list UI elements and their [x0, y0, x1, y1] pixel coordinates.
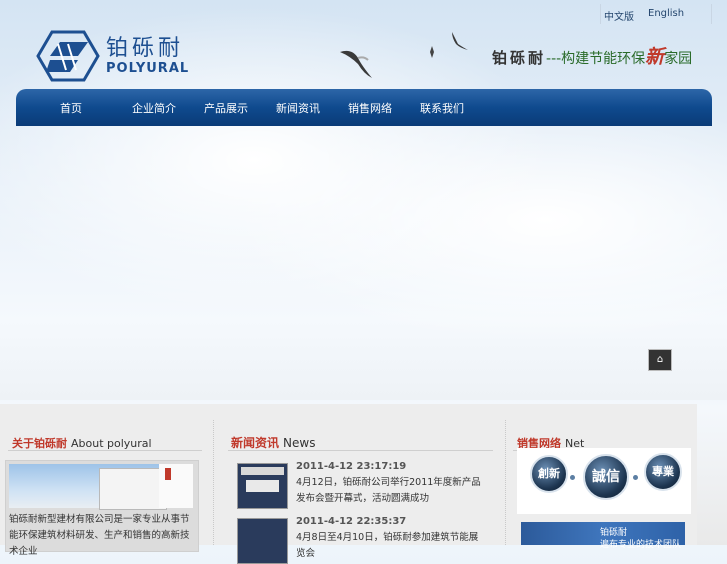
about-image[interactable]: [9, 464, 193, 510]
nav-item-news[interactable]: 新闻资讯: [276, 100, 348, 116]
divider: [505, 420, 507, 545]
main-nav: 首页 企业简介 产品展示 新闻资讯 销售网络 联系我们: [16, 89, 712, 126]
about-title: 关于铂砾耐 About polyural: [12, 435, 152, 451]
news-link[interactable]: 4月8日至4月10日，铂砾耐参加建筑节能展览会: [296, 530, 486, 562]
dot: [570, 475, 575, 480]
divider: [228, 450, 493, 451]
seagull-icon: [430, 46, 434, 58]
nav-item-home[interactable]: 首页: [60, 100, 132, 116]
about-text: 铂砾耐新型建材有限公司是一家专业从事节能环保建筑材料研发、生产和销售的高新技术企…: [9, 514, 190, 557]
slogan-prefix: ---构建节能环保: [546, 51, 646, 67]
slogan: 铂砾耐---构建节能环保新家园: [492, 42, 692, 69]
news-title: 新闻资讯 News: [231, 434, 315, 451]
nav-item-products[interactable]: 产品展示: [204, 100, 276, 116]
news-thumbnail[interactable]: [237, 518, 288, 564]
lang-english-link[interactable]: English: [648, 8, 684, 23]
slogan-suffix: 家园: [664, 51, 693, 67]
logo-mark-icon: [36, 30, 100, 82]
slogan-brand: 铂砾耐: [492, 49, 547, 67]
news-title-cn: 新闻资讯: [231, 436, 280, 450]
speech-bubble-icon[interactable]: ⌂: [648, 349, 672, 371]
language-switcher: 中文版 English: [604, 8, 684, 23]
site-logo[interactable]: 铂砾耐 POLYURAL: [36, 30, 189, 82]
about-title-en: About polyural: [71, 437, 152, 450]
news-date: 2011-4-12 23:17:19: [296, 461, 407, 472]
seagull-icon: [340, 50, 372, 78]
nav-item-about[interactable]: 企业简介: [132, 100, 204, 116]
about-title-cn: 关于铂砾耐: [12, 437, 67, 450]
map-caption: 铂砾耐 遍布专业的技术团队: [600, 528, 682, 550]
nav-item-contact[interactable]: 联系我们: [420, 100, 492, 116]
news-link[interactable]: 4月12日，铂砾耐公司举行2011年度新产品发布会暨开幕式，活动圆满成功: [296, 475, 486, 507]
slogan-highlight: 新: [645, 46, 665, 68]
nav-item-sales[interactable]: 销售网络: [348, 100, 420, 116]
news-date: 2011-4-12 22:35:37: [296, 516, 407, 527]
innovation-badge: 創新: [530, 455, 568, 493]
news-title-en: News: [283, 436, 316, 450]
divider: [213, 420, 215, 545]
dot: [633, 475, 638, 480]
logo-chinese: 铂砾耐: [106, 35, 185, 61]
integrity-badge: 誠信: [583, 454, 629, 500]
lang-chinese-link[interactable]: 中文版: [604, 8, 634, 23]
seagull-icon: [452, 32, 468, 50]
professional-badge: 專業: [644, 453, 682, 491]
logo-english: POLYURAL: [106, 60, 190, 76]
news-thumbnail[interactable]: [237, 463, 288, 509]
divider: [8, 450, 202, 451]
